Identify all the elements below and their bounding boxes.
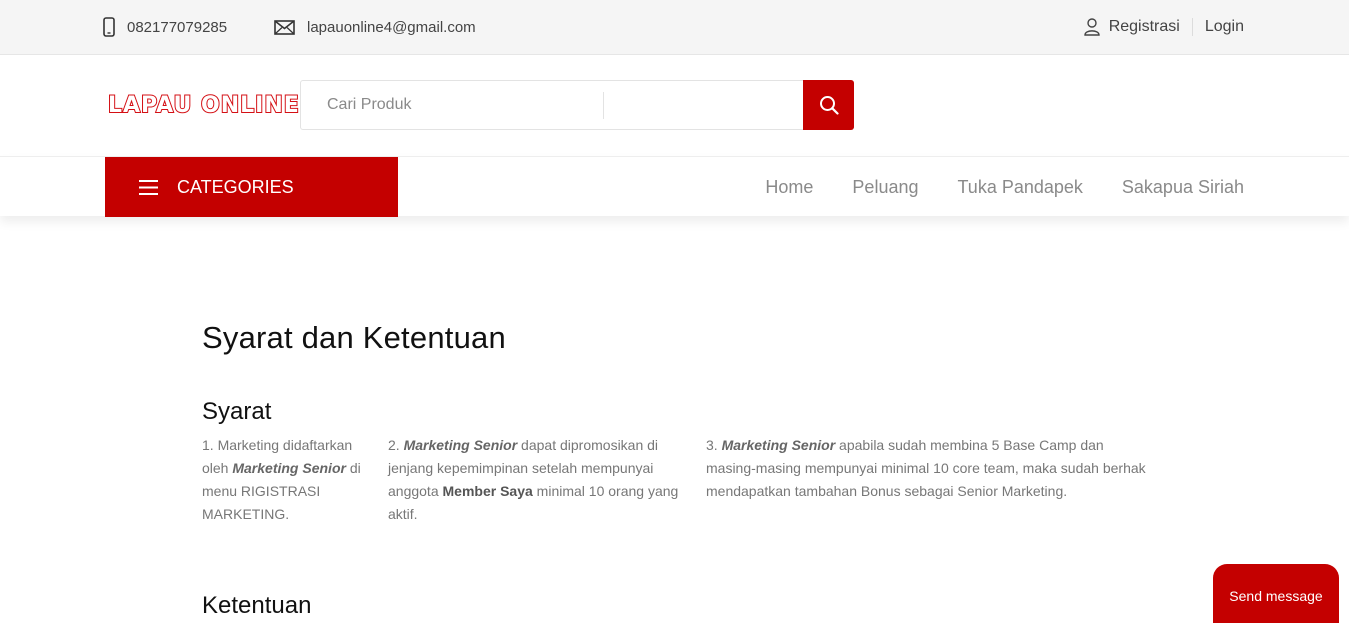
logo-text: LAPAU ONLINE: [107, 92, 300, 119]
top-bar: 082177079285 lapauonline4@gmail.com Regi…: [0, 0, 1349, 55]
register-label: Registrasi: [1108, 18, 1180, 35]
nav-item-sakapua-siriah[interactable]: Sakapua Siriah: [1122, 177, 1244, 198]
search-button[interactable]: [803, 80, 854, 130]
email-address: lapauonline4@gmail.com: [307, 18, 476, 36]
account-links: Registrasi Login: [1084, 0, 1244, 54]
section-syarat-heading: Syarat: [202, 398, 272, 425]
site-logo[interactable]: LAPAU ONLINE: [107, 92, 300, 119]
phone-number: 082177079285: [127, 18, 228, 36]
contact-phone[interactable]: 082177079285: [103, 0, 227, 54]
search-divider: [603, 92, 604, 119]
main-navbar: CATEGORIES Home Peluang Tuka Pandapek Sa…: [0, 156, 1349, 217]
page-title: Syarat dan Ketentuan: [202, 320, 506, 355]
main-menu: Home Peluang Tuka Pandapek Sakapua Siria…: [726, 157, 1244, 217]
header: LAPAU ONLINE: [0, 55, 1349, 156]
syarat-item-3: 3. Marketing Senior apabila sudah membin…: [706, 437, 1146, 499]
syarat-item-1: 1. Marketing didaftarkan oleh Marketing …: [202, 437, 361, 522]
section-ketentuan-heading: Ketentuan: [202, 592, 312, 619]
nav-item-peluang[interactable]: Peluang: [852, 177, 918, 198]
search-box: [300, 80, 854, 130]
categories-button[interactable]: CATEGORIES: [105, 157, 398, 217]
register-link[interactable]: Registrasi: [1084, 18, 1193, 36]
hamburger-icon: [139, 179, 158, 195]
search-input[interactable]: [301, 81, 603, 129]
search-icon: [819, 96, 839, 115]
send-message-button[interactable]: Send message: [1213, 564, 1339, 623]
main-content: Syarat dan Ketentuan Syarat 1. Marketing…: [202, 320, 1162, 619]
phone-icon: [103, 17, 115, 37]
contact-email[interactable]: lapauonline4@gmail.com: [274, 0, 476, 54]
syarat-item-2: 2. Marketing Senior dapat dipromosikan d…: [388, 437, 679, 522]
nav-item-tuka-pandapek[interactable]: Tuka Pandapek: [957, 177, 1082, 198]
user-icon: [1084, 18, 1100, 36]
categories-label: CATEGORIES: [177, 176, 294, 197]
login-link[interactable]: Login: [1193, 18, 1244, 36]
nav-item-home[interactable]: Home: [765, 177, 813, 198]
envelope-icon: [274, 19, 295, 35]
